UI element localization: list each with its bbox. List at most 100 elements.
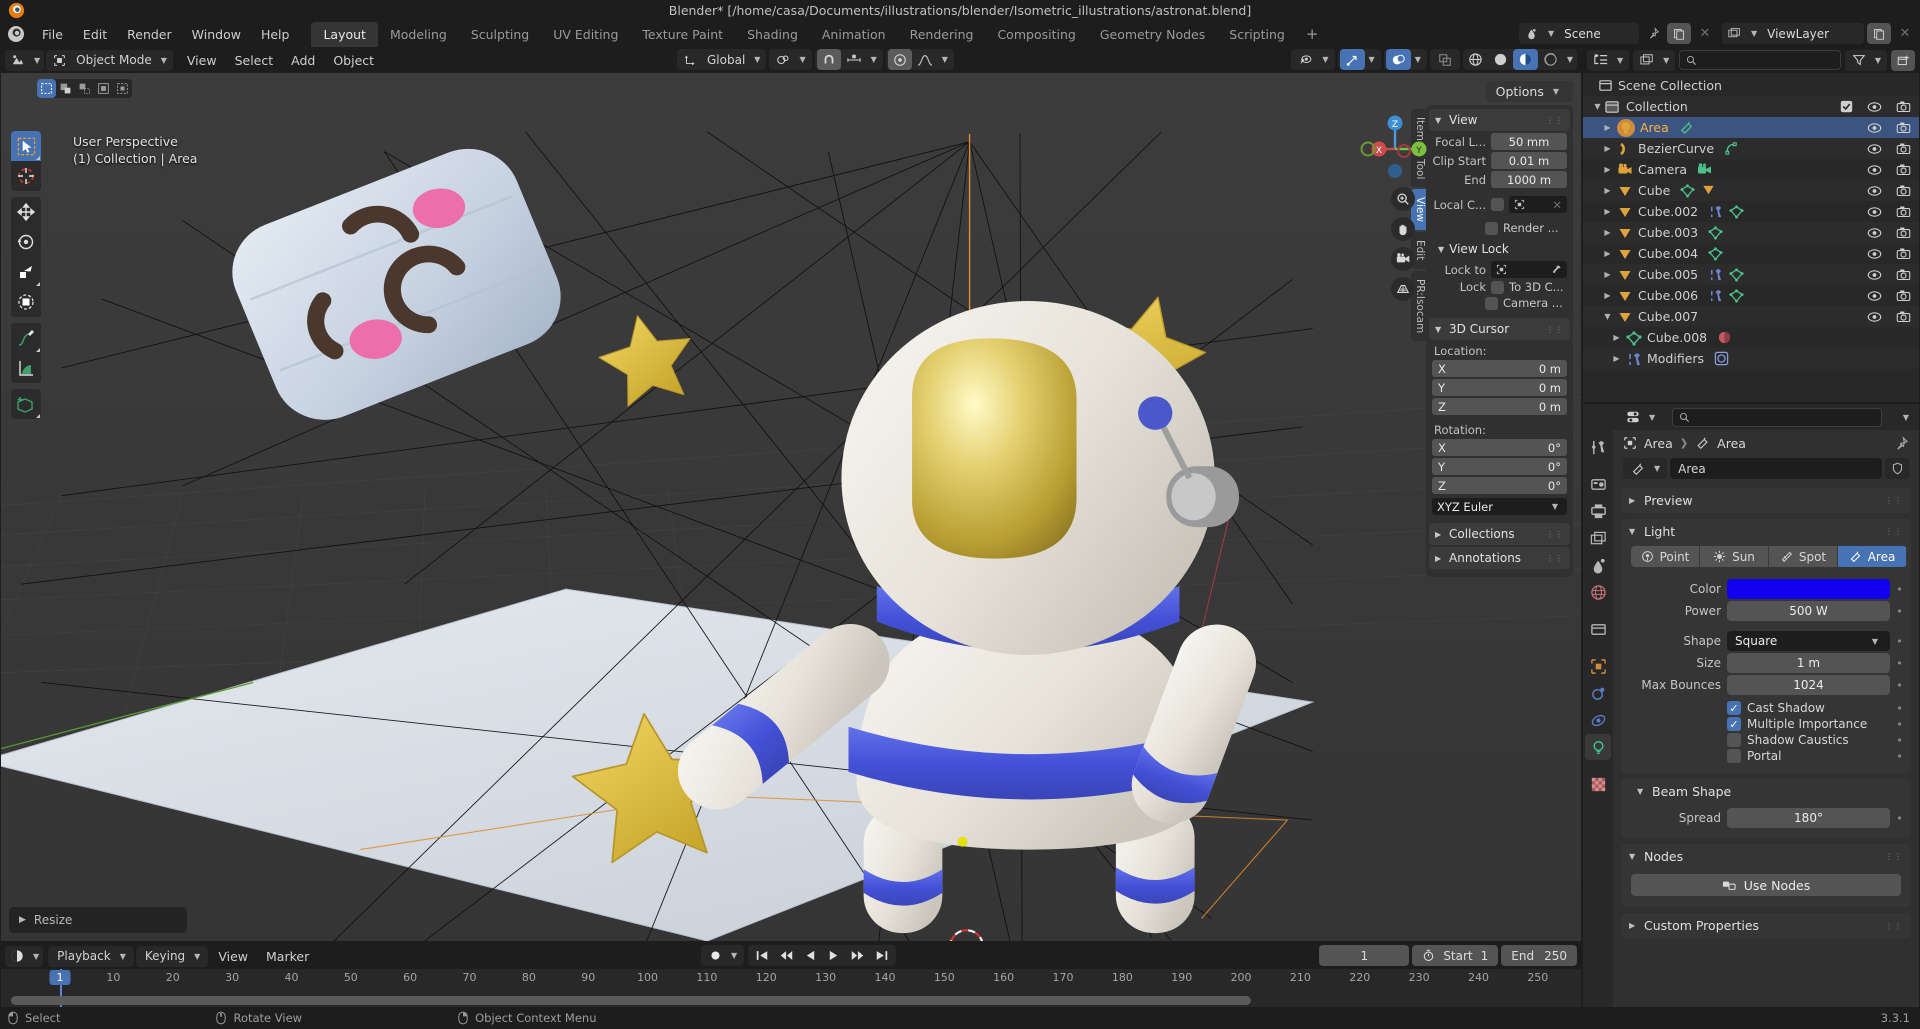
- outliner-row-collection[interactable]: ▼ Collection: [1583, 96, 1919, 117]
- camera-render-icon[interactable]: [1896, 289, 1911, 302]
- pin-id-icon[interactable]: [1894, 435, 1909, 451]
- breadcrumb-object-name[interactable]: Area: [1644, 436, 1673, 451]
- solid-shading-icon[interactable]: [1488, 49, 1513, 70]
- outliner-editor-type[interactable]: ▼: [1587, 49, 1630, 71]
- next-keyframe-icon[interactable]: [845, 945, 870, 966]
- menu-window[interactable]: Window: [182, 24, 251, 45]
- animate-dot-icon[interactable]: •: [1896, 605, 1903, 618]
- select-invert-icon[interactable]: [94, 79, 113, 98]
- eyedropper-icon[interactable]: [1551, 264, 1562, 275]
- animate-dot-icon[interactable]: •: [1896, 657, 1903, 670]
- cursor-loc-z[interactable]: Z 0 m: [1432, 398, 1567, 415]
- outliner-row[interactable]: ▶ Cube.002: [1583, 201, 1919, 222]
- animate-dot-icon[interactable]: •: [1896, 718, 1903, 731]
- power-value[interactable]: 500 W: [1727, 601, 1890, 621]
- camera-render-icon[interactable]: [1896, 163, 1911, 176]
- lock-to-field[interactable]: [1491, 261, 1567, 278]
- clip-end-value[interactable]: 1000 m: [1491, 171, 1567, 188]
- outliner-display-mode[interactable]: ▼: [1633, 49, 1676, 71]
- rotation-mode-select[interactable]: XYZ Euler ▼: [1432, 498, 1567, 515]
- animate-dot-icon[interactable]: •: [1896, 583, 1903, 596]
- spread-value[interactable]: 180°: [1727, 808, 1890, 828]
- texture-icon[interactable]: [1585, 771, 1611, 797]
- animate-dot-icon[interactable]: •: [1896, 734, 1903, 747]
- eye-icon[interactable]: [1867, 122, 1882, 134]
- gizmo-controls[interactable]: ▼: [1337, 49, 1381, 70]
- timeline-editor[interactable]: ▼ Playback ▼ Keying ▼ View Marker ▼ 1 St…: [1, 943, 1581, 1007]
- proportional-edit-icon[interactable]: [887, 49, 912, 70]
- annotate-tool[interactable]: [11, 323, 41, 353]
- view-lock-header[interactable]: ▼ View Lock: [1426, 239, 1573, 259]
- object-visibility-selector[interactable]: ▼: [1291, 49, 1335, 70]
- constraints-icon[interactable]: [1585, 707, 1611, 733]
- modifier-icon[interactable]: [1708, 267, 1723, 282]
- mesh-data-icon[interactable]: [1708, 225, 1723, 240]
- viewport-menu-view[interactable]: View: [179, 50, 225, 71]
- outliner-search-input[interactable]: [1679, 50, 1841, 70]
- subsurf-modifier-icon[interactable]: [1714, 351, 1729, 366]
- collection-checkbox[interactable]: [1840, 100, 1853, 113]
- toggle-xray-icon[interactable]: [1433, 49, 1457, 70]
- size-value[interactable]: 1 m: [1727, 653, 1890, 673]
- render-icon[interactable]: [1585, 471, 1611, 497]
- keying-menu[interactable]: Keying ▼: [135, 945, 209, 967]
- animate-dot-icon[interactable]: •: [1896, 635, 1903, 648]
- camera-render-icon[interactable]: [1896, 142, 1911, 155]
- world-icon[interactable]: [1585, 579, 1611, 605]
- new-collection-button[interactable]: [1891, 49, 1915, 71]
- menu-edit[interactable]: Edit: [73, 24, 117, 45]
- move-tool[interactable]: [11, 197, 41, 227]
- preview-panel[interactable]: ▶ Preview ⋮⋮: [1621, 488, 1911, 513]
- viewport-canvas[interactable]: [1, 73, 1581, 941]
- xray-toggle[interactable]: [1429, 49, 1460, 70]
- chevron-right-icon[interactable]: ▶: [1601, 165, 1614, 174]
- navigation-gizmo[interactable]: Z Y X: [1359, 109, 1431, 181]
- eye-icon[interactable]: [1867, 164, 1882, 176]
- scale-tool[interactable]: [11, 257, 41, 287]
- fake-user-shield-icon[interactable]: [1885, 458, 1909, 479]
- tool-icon[interactable]: [1585, 434, 1611, 460]
- scene-selector[interactable]: ▼ Scene: [1519, 23, 1639, 44]
- pivot-point-selector[interactable]: ▼: [769, 49, 812, 70]
- show-overlays-icon[interactable]: [1385, 49, 1411, 70]
- cursor-rot-x[interactable]: X 0°: [1432, 439, 1567, 456]
- transform-tool[interactable]: [11, 287, 41, 317]
- light-type-point[interactable]: Point: [1631, 546, 1700, 567]
- nodes-panel-header[interactable]: ▼ Nodes ⋮⋮: [1621, 844, 1911, 869]
- operator-redo-panel[interactable]: ▶ Resize: [9, 907, 187, 933]
- mesh-data-icon[interactable]: [1729, 288, 1744, 303]
- outliner-row[interactable]: ▶ Cube.004: [1583, 243, 1919, 264]
- camera-data-icon[interactable]: [1697, 162, 1713, 178]
- current-frame-field[interactable]: 1: [1319, 945, 1410, 966]
- camera-render-icon[interactable]: [1896, 226, 1911, 239]
- color-swatch[interactable]: [1727, 579, 1890, 599]
- outliner-row[interactable]: ▶ Modifiers: [1583, 348, 1919, 369]
- rendered-shading-icon[interactable]: [1538, 49, 1563, 70]
- object-mode-selector[interactable]: Object Mode ▼: [46, 49, 173, 71]
- chevron-down-icon[interactable]: ▼: [1601, 312, 1614, 321]
- eye-icon[interactable]: [1867, 227, 1882, 239]
- menu-render[interactable]: Render: [117, 24, 182, 45]
- timeline-ruler[interactable]: 10 20 30 40 50 60 70 80 90 100 110 120 130 140 150 160 1…: [1, 969, 1581, 1007]
- outliner-row[interactable]: ▶ BezierCurve: [1583, 138, 1919, 159]
- shape-select[interactable]: Square ▼: [1727, 631, 1890, 651]
- view-layer-icon[interactable]: [1585, 525, 1611, 551]
- clear-local-camera-icon[interactable]: ✕: [1552, 198, 1562, 212]
- viewport-menu-object[interactable]: Object: [325, 50, 382, 71]
- new-viewlayer-button[interactable]: [1867, 23, 1891, 44]
- delete-scene-button[interactable]: ✕: [1694, 23, 1716, 44]
- shading-mode-selector[interactable]: ▼: [1462, 49, 1577, 70]
- tab-rendering[interactable]: Rendering: [898, 22, 986, 47]
- local-camera-checkbox[interactable]: [1491, 198, 1504, 211]
- local-camera-field[interactable]: ✕: [1509, 196, 1567, 213]
- add-workspace-button[interactable]: +: [1297, 21, 1328, 47]
- select-box-icon[interactable]: [37, 79, 56, 98]
- tab-animation[interactable]: Animation: [810, 22, 898, 47]
- scene-icon[interactable]: [1585, 552, 1611, 578]
- collection-icon[interactable]: [1585, 616, 1611, 642]
- zoom-icon[interactable]: [1391, 187, 1415, 211]
- toggle-ortho-icon[interactable]: [1391, 277, 1415, 301]
- measure-tool[interactable]: [11, 353, 41, 383]
- output-icon[interactable]: [1585, 498, 1611, 524]
- eye-icon[interactable]: [1867, 185, 1882, 197]
